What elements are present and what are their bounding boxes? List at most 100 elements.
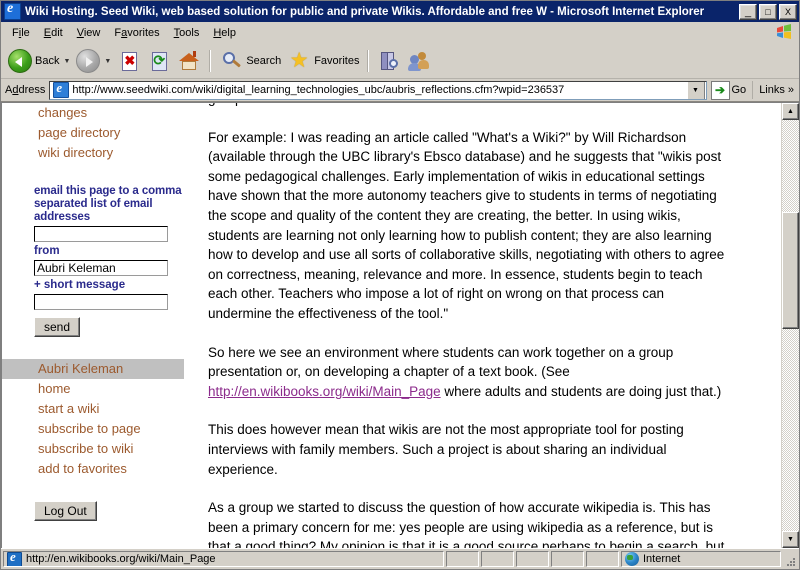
user-nav-links: Aubri Keleman home start a wiki subscrib… bbox=[2, 359, 198, 479]
search-label: Search bbox=[246, 55, 282, 67]
status-pane-2 bbox=[481, 551, 514, 567]
back-arrow-icon bbox=[8, 49, 32, 73]
address-label: Address bbox=[5, 84, 46, 96]
toolbar-separator bbox=[209, 50, 212, 72]
close-button[interactable]: X bbox=[779, 3, 797, 20]
back-dropdown-icon[interactable]: ▼ bbox=[63, 58, 70, 65]
globe-icon bbox=[625, 552, 639, 566]
sidebar-item-subscribe-to-wiki[interactable]: subscribe to wiki bbox=[2, 439, 198, 459]
address-url-text: http://www.seedwiki.com/wiki/digital_lea… bbox=[72, 84, 565, 96]
home-button[interactable] bbox=[174, 46, 204, 76]
from-label: from bbox=[34, 245, 60, 257]
status-url-text: http://en.wikibooks.org/wiki/Main_Page bbox=[26, 553, 216, 565]
address-dropdown-button[interactable]: ▼ bbox=[686, 81, 705, 99]
short-message-input[interactable] bbox=[34, 294, 168, 310]
maximize-icon: □ bbox=[765, 6, 771, 17]
from-input[interactable] bbox=[34, 260, 168, 276]
scrollbar-track[interactable] bbox=[782, 120, 799, 531]
short-message-label[interactable]: + short message bbox=[34, 278, 184, 292]
paragraph-wikipedia-accuracy: As a group we started to discuss the que… bbox=[208, 500, 725, 548]
email-recipients-input[interactable] bbox=[34, 226, 168, 242]
refresh-button[interactable]: ⟳ bbox=[144, 46, 174, 76]
sidebar-item-start-a-wiki[interactable]: start a wiki bbox=[2, 399, 198, 419]
email-instructions-label: email this page to a comma separated lis… bbox=[34, 185, 182, 223]
menu-favorites[interactable]: Favorites bbox=[107, 25, 166, 41]
page-sidebar: versions changes page directory wiki dir… bbox=[2, 103, 198, 548]
address-input[interactable]: http://www.seedwiki.com/wiki/digital_lea… bbox=[49, 80, 707, 100]
logout-button[interactable]: Log Out bbox=[34, 501, 97, 521]
vertical-scrollbar[interactable]: ▲ ▼ bbox=[781, 103, 799, 548]
send-button-wrap: send bbox=[34, 317, 184, 337]
sidebar-item-add-to-favorites[interactable]: add to favorites bbox=[2, 459, 198, 479]
status-pane-4 bbox=[551, 551, 584, 567]
stop-icon: ✖ bbox=[117, 49, 141, 73]
scrollbar-thumb[interactable] bbox=[782, 212, 799, 329]
close-icon: X bbox=[784, 6, 791, 17]
home-icon bbox=[177, 49, 201, 73]
page-icon bbox=[53, 82, 70, 98]
toolbar-separator-2 bbox=[367, 50, 370, 72]
chevron-down-icon: ▼ bbox=[692, 86, 699, 94]
sidebar-link-wiki-directory[interactable]: wiki directory bbox=[2, 143, 198, 163]
minimize-icon: _ bbox=[744, 5, 752, 18]
para-text-before: So here we see an environment where stud… bbox=[208, 344, 674, 380]
chevron-right-icon[interactable]: » bbox=[788, 84, 794, 96]
favorites-button[interactable]: ★ Favorites bbox=[284, 46, 362, 76]
sidebar-item-home[interactable]: home bbox=[2, 379, 198, 399]
paragraph-for-example: For example: I was reading an article ca… bbox=[208, 129, 725, 321]
page-main-content: group. For example: I was reading an art… bbox=[198, 103, 781, 548]
window-title: Wiki Hosting. Seed Wiki, web based solut… bbox=[25, 5, 705, 18]
menu-view[interactable]: View bbox=[70, 25, 108, 41]
forward-button[interactable]: ▼ bbox=[73, 46, 114, 76]
menu-help[interactable]: Help bbox=[206, 25, 243, 41]
menu-file[interactable]: File bbox=[5, 25, 37, 41]
resize-grip[interactable] bbox=[783, 551, 797, 567]
forward-arrow-icon bbox=[76, 49, 101, 73]
menu-bar: File Edit View Favorites Tools Help bbox=[1, 22, 799, 44]
para-text-after: where adults and students are doing just… bbox=[440, 383, 722, 399]
back-button[interactable]: Back ▼ bbox=[5, 46, 73, 76]
history-button[interactable] bbox=[404, 46, 434, 76]
sidebar-link-page-directory[interactable]: page directory bbox=[2, 123, 198, 143]
favorites-label: Favorites bbox=[314, 55, 360, 67]
sidebar-item-subscribe-to-page[interactable]: subscribe to page bbox=[2, 419, 198, 439]
send-button[interactable]: send bbox=[34, 317, 81, 337]
links-bar[interactable]: Links » bbox=[752, 81, 797, 99]
zone-label: Internet bbox=[643, 553, 681, 565]
window-controls: _ □ X bbox=[739, 3, 797, 20]
forward-dropdown-icon[interactable]: ▼ bbox=[104, 58, 111, 65]
paragraph-interviews: This does however mean that wikis are no… bbox=[208, 422, 684, 477]
go-button[interactable]: ➔ Go bbox=[710, 80, 746, 100]
browser-viewport: versions changes page directory wiki dir… bbox=[1, 102, 799, 548]
menu-edit[interactable]: Edit bbox=[37, 25, 70, 41]
chevron-down-icon: ▼ bbox=[787, 536, 794, 543]
go-arrow-icon: ➔ bbox=[710, 80, 730, 100]
media-icon bbox=[377, 49, 401, 73]
maximize-button[interactable]: □ bbox=[759, 3, 777, 20]
history-people-icon bbox=[407, 49, 431, 73]
wikibooks-link[interactable]: http://en.wikibooks.org/wiki/Main_Page bbox=[208, 384, 441, 399]
status-pane-3 bbox=[516, 551, 549, 567]
status-pane-5 bbox=[586, 551, 619, 567]
search-magnifier-icon bbox=[219, 49, 243, 73]
stop-button[interactable]: ✖ bbox=[114, 46, 144, 76]
browser-window: Wiki Hosting. Seed Wiki, web based solut… bbox=[0, 0, 800, 570]
sidebar-item-aubri-keleman[interactable]: Aubri Keleman bbox=[2, 359, 184, 379]
star-icon: ★ bbox=[289, 49, 309, 72]
email-page-form: email this page to a comma separated lis… bbox=[34, 185, 184, 337]
link-status-icon bbox=[7, 552, 22, 566]
menu-tools[interactable]: Tools bbox=[167, 25, 207, 41]
scroll-down-button[interactable]: ▼ bbox=[782, 531, 799, 548]
address-bar: Address http://www.seedwiki.com/wiki/dig… bbox=[1, 79, 799, 102]
media-button[interactable] bbox=[374, 46, 404, 76]
minimize-button[interactable]: _ bbox=[739, 3, 757, 20]
windows-flag-icon bbox=[777, 24, 791, 39]
refresh-icon: ⟳ bbox=[147, 49, 171, 73]
navigation-toolbar: Back ▼ ▼ ✖ ⟳ Search ★ Favorites bbox=[1, 44, 799, 79]
security-zone: Internet bbox=[621, 551, 781, 567]
scroll-up-button[interactable]: ▲ bbox=[782, 103, 799, 120]
sidebar-link-changes[interactable]: changes bbox=[2, 103, 198, 123]
paragraph-fragment: group. bbox=[208, 103, 728, 109]
search-button[interactable]: Search bbox=[216, 46, 284, 76]
back-label: Back bbox=[35, 55, 60, 67]
